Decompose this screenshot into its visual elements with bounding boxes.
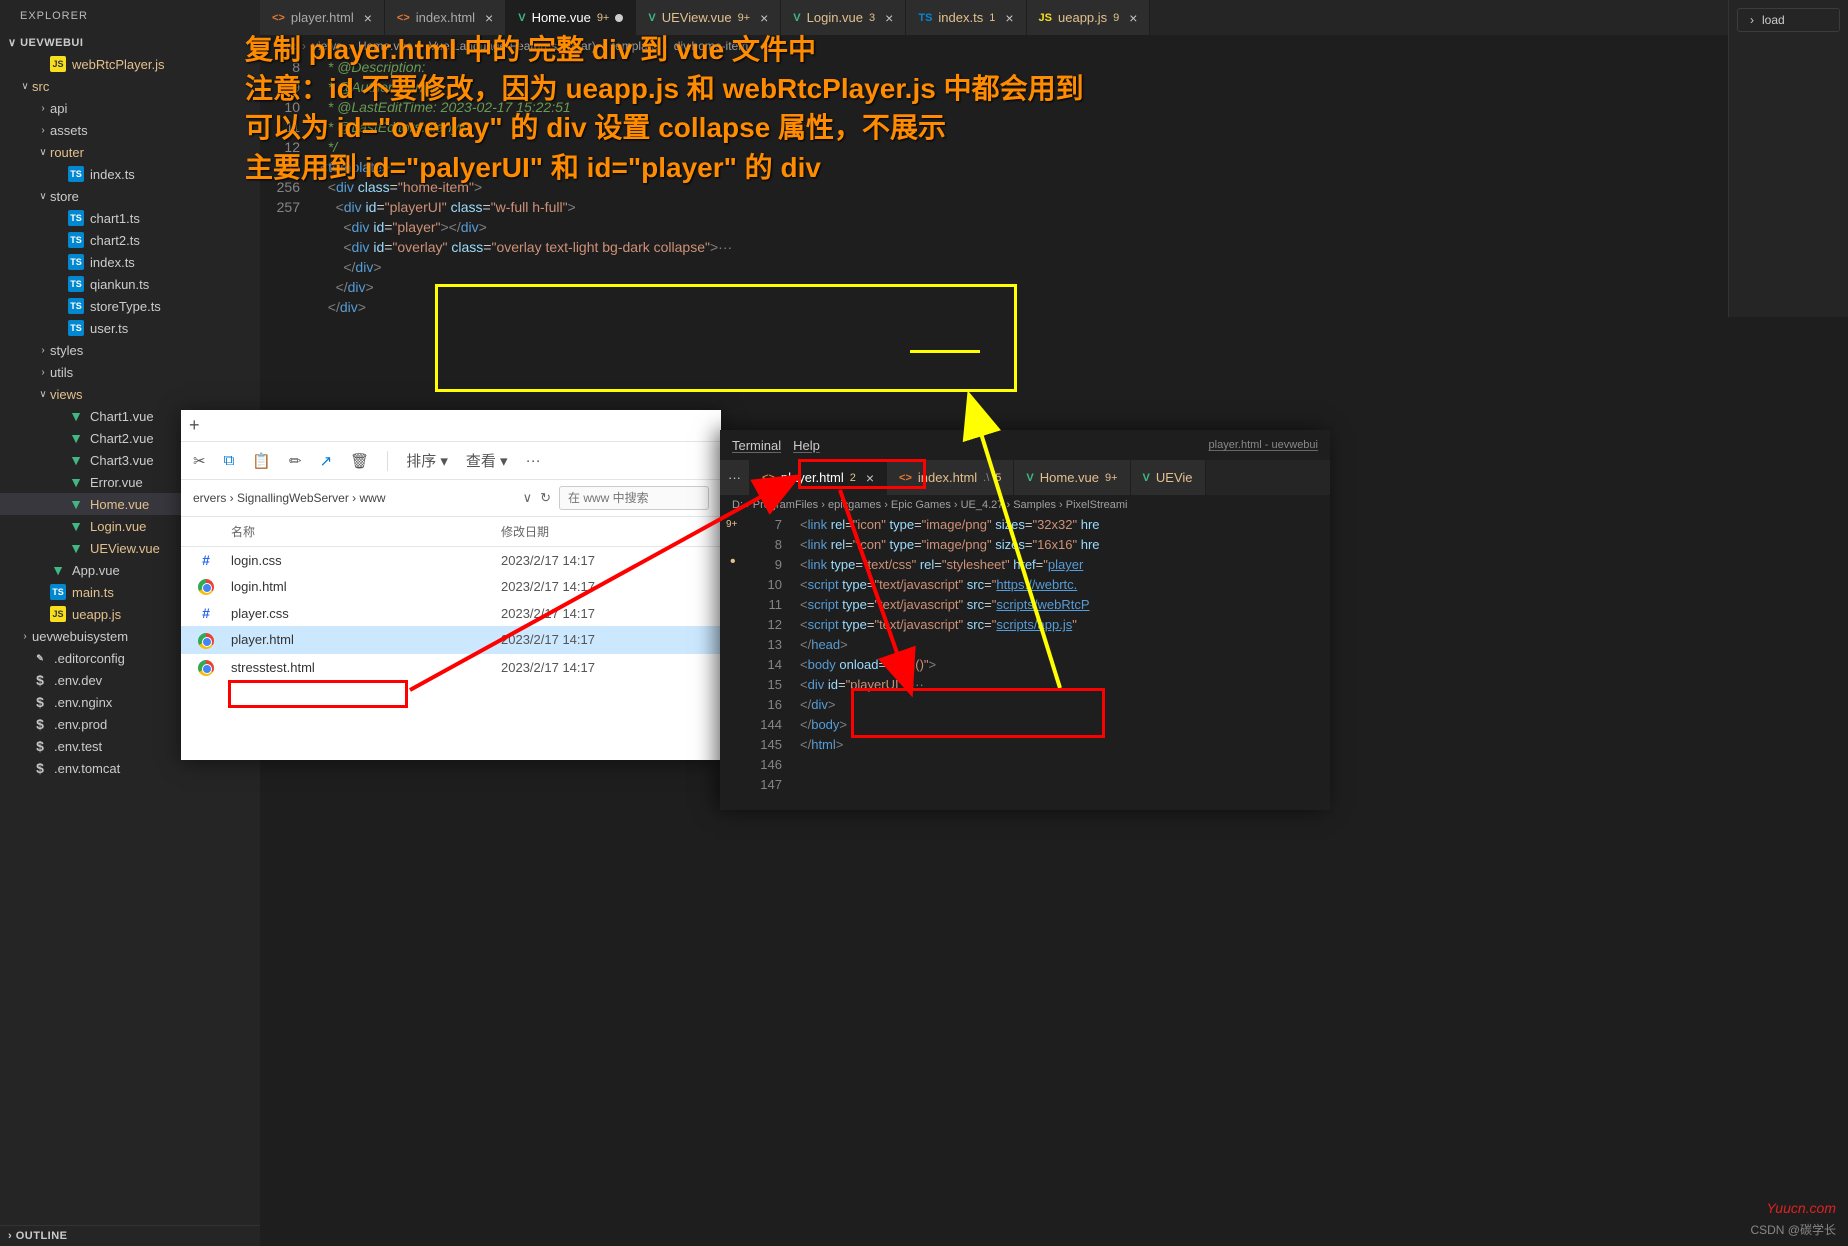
tree-item-router[interactable]: ∨router	[0, 141, 260, 163]
more-button[interactable]: ···	[526, 452, 541, 469]
tree-item-store[interactable]: ∨store	[0, 185, 260, 207]
file-explorer-titlebar[interactable]: +	[181, 410, 721, 442]
menu-help[interactable]: Help	[793, 438, 820, 453]
editor2-breadcrumb[interactable]: D: › ProgramFiles › epicgames › Epic Gam…	[720, 495, 1330, 515]
tree-item-chart1-ts[interactable]: TSchart1.ts	[0, 207, 260, 229]
paste-icon[interactable]: 📋	[252, 452, 271, 470]
file-row-login-html[interactable]: login.html2023/2/17 14:17	[181, 573, 721, 600]
tree-item-assets[interactable]: ›assets	[0, 119, 260, 141]
tree-item-storeType-ts[interactable]: TSstoreType.ts	[0, 295, 260, 317]
outline-section[interactable]: › OUTLINE	[0, 1225, 260, 1246]
copy-icon[interactable]: ⧉	[224, 452, 235, 469]
file-row-login-css[interactable]: #login.css2023/2/17 14:17	[181, 547, 721, 573]
tree-item-api[interactable]: ›api	[0, 97, 260, 119]
menu-terminal[interactable]: Terminal	[732, 438, 781, 453]
editor2-tab-player-html[interactable]: <>player.html2×	[750, 460, 887, 495]
second-editor-window: Terminal Help player.html - uevwebui ···…	[720, 430, 1330, 810]
view-button[interactable]: 查看 ▾	[466, 450, 508, 471]
tree-item-webRtcPlayer-js[interactable]: JSwebRtcPlayer.js	[0, 53, 260, 75]
file-list: #login.css2023/2/17 14:17login.html2023/…	[181, 547, 721, 681]
file-explorer-window: + ✂ ⧉ 📋 ✏ ↗ 🗑 排序 ▾ 查看 ▾ ··· ervers › Sig…	[181, 410, 721, 760]
tree-item--env-tomcat[interactable]: $.env.tomcat	[0, 757, 260, 779]
editor2-gutter: 9+78•910111213141516144145146147	[720, 515, 800, 795]
explorer-title: EXPLORER	[0, 0, 260, 32]
tree-item-utils[interactable]: ›utils	[0, 361, 260, 383]
outline-panel: › load	[1728, 0, 1848, 317]
file-row-player-css[interactable]: #player.css2023/2/17 14:17	[181, 600, 721, 626]
editor2-menubar[interactable]: Terminal Help player.html - uevwebui	[720, 430, 1330, 460]
annotation-overlay: 复制 player.html 中的 完整 div 到 vue 文件中 注意：id…	[245, 30, 1084, 187]
tree-item-styles[interactable]: ›styles	[0, 339, 260, 361]
editor2-lines[interactable]: <link rel="icon" type="image/png" sizes=…	[800, 515, 1330, 795]
file-row-player-html[interactable]: player.html2023/2/17 14:17	[181, 626, 721, 653]
file-explorer-pathbar[interactable]: ervers › SignallingWebServer › www ∨ ↻	[181, 480, 721, 517]
tree-item-chart2-ts[interactable]: TSchart2.ts	[0, 229, 260, 251]
folder-root[interactable]: ∨ UEVWEBUI	[0, 32, 260, 53]
editor2-tab-index-html[interactable]: <>index.html.\5	[887, 460, 1014, 495]
tree-item-views[interactable]: ∨views	[0, 383, 260, 405]
tree-item-user-ts[interactable]: TSuser.ts	[0, 317, 260, 339]
file-explorer-headers[interactable]: 名称 修改日期	[181, 517, 721, 547]
file-explorer-toolbar: ✂ ⧉ 📋 ✏ ↗ 🗑 排序 ▾ 查看 ▾ ···	[181, 442, 721, 480]
tree-item-index-ts[interactable]: TSindex.ts	[0, 163, 260, 185]
watermark-csdn: CSDN @碳学长	[1750, 1221, 1836, 1238]
sort-button[interactable]: 排序 ▾	[406, 450, 448, 471]
delete-icon[interactable]: 🗑	[350, 452, 369, 470]
file-row-stresstest-html[interactable]: stresstest.html2023/2/17 14:17	[181, 654, 721, 681]
editor2-tab-UEVie[interactable]: VUEVie	[1131, 460, 1206, 495]
editor2-tab-Home-vue[interactable]: VHome.vue9+	[1014, 460, 1130, 495]
tree-item-src[interactable]: ∨src	[0, 75, 260, 97]
watermark-yuucn: Yuucn.com	[1766, 1200, 1836, 1216]
outline-item-load[interactable]: › load	[1737, 8, 1840, 32]
editor2-code[interactable]: 9+78•910111213141516144145146147 <link r…	[720, 515, 1330, 795]
editor2-tabs: ···<>player.html2×<>index.html.\5VHome.v…	[720, 460, 1330, 495]
tree-item-index-ts[interactable]: TSindex.ts	[0, 251, 260, 273]
search-input[interactable]	[559, 486, 709, 510]
rename-icon[interactable]: ✏	[289, 452, 302, 470]
share-icon[interactable]: ↗	[320, 452, 333, 470]
tree-item-qiankun-ts[interactable]: TSqiankun.ts	[0, 273, 260, 295]
cut-icon[interactable]: ✂	[193, 452, 206, 470]
tab-more[interactable]: ···	[720, 460, 750, 495]
editor2-window-title: player.html - uevwebui	[1209, 439, 1318, 451]
